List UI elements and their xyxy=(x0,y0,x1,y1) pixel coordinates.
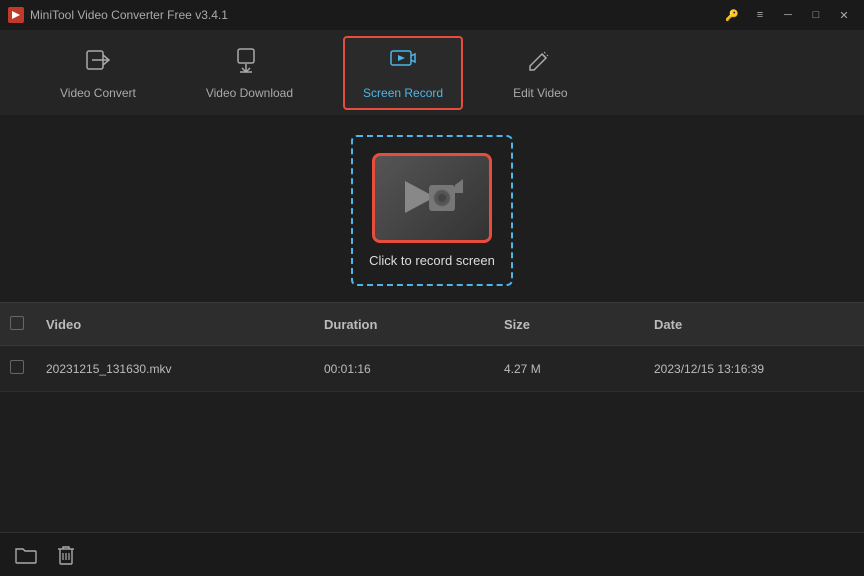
record-button[interactable] xyxy=(372,153,492,243)
tab-edit-video[interactable]: Edit Video xyxy=(493,36,588,110)
delete-button[interactable] xyxy=(52,541,80,569)
title-bar-left: MiniTool Video Converter Free v3.4.1 xyxy=(8,7,228,23)
row-checkbox[interactable] xyxy=(10,360,24,374)
close-button[interactable]: ✕ xyxy=(832,5,856,25)
tab-screen-record[interactable]: Screen Record xyxy=(343,36,463,110)
table-row: 20231215_131630.mkv 00:01:16 4.27 M 2023… xyxy=(0,346,864,392)
tab-video-convert-label: Video Convert xyxy=(60,86,136,100)
tab-video-download-label: Video Download xyxy=(206,86,293,100)
maximize-button[interactable]: □ xyxy=(804,5,828,25)
header-checkbox[interactable] xyxy=(10,316,24,330)
header-date: Date xyxy=(654,317,854,332)
nav-bar: Video Convert Video Download Screen Reco… xyxy=(0,30,864,115)
record-area: Click to record screen xyxy=(0,135,864,286)
pin-button[interactable]: 🔑 xyxy=(720,5,744,25)
tab-edit-video-label: Edit Video xyxy=(513,86,568,100)
download-icon xyxy=(235,46,263,80)
row-checkbox-cell xyxy=(10,360,46,377)
tab-video-convert[interactable]: Video Convert xyxy=(40,36,156,110)
record-button-icon xyxy=(397,171,467,226)
record-label: Click to record screen xyxy=(369,253,495,268)
tab-video-download[interactable]: Video Download xyxy=(186,36,313,110)
header-size: Size xyxy=(504,317,654,332)
row-video-name: 20231215_131630.mkv xyxy=(46,362,324,376)
tab-screen-record-label: Screen Record xyxy=(363,86,443,100)
convert-icon xyxy=(84,46,112,80)
header-checkbox-cell xyxy=(10,316,46,333)
row-date: 2023/12/15 13:16:39 xyxy=(654,362,854,376)
header-video: Video xyxy=(46,317,324,332)
header-duration: Duration xyxy=(324,317,504,332)
edit-video-icon xyxy=(526,46,554,80)
row-size: 4.27 M xyxy=(504,362,654,376)
bottom-bar xyxy=(0,532,864,576)
menu-button[interactable]: ≡ xyxy=(748,5,772,25)
screen-record-icon xyxy=(389,46,417,80)
app-title: MiniTool Video Converter Free v3.4.1 xyxy=(30,8,228,22)
main-content: Click to record screen Video Duration Si… xyxy=(0,115,864,392)
app-logo xyxy=(8,7,24,23)
window-controls: 🔑 ≡ ─ □ ✕ xyxy=(720,5,856,25)
title-bar: MiniTool Video Converter Free v3.4.1 🔑 ≡… xyxy=(0,0,864,30)
table-header: Video Duration Size Date xyxy=(0,302,864,346)
row-duration: 00:01:16 xyxy=(324,362,504,376)
minimize-button[interactable]: ─ xyxy=(776,5,800,25)
open-folder-button[interactable] xyxy=(12,541,40,569)
table-container: Video Duration Size Date 20231215_131630… xyxy=(0,302,864,392)
record-drop-zone: Click to record screen xyxy=(351,135,513,286)
